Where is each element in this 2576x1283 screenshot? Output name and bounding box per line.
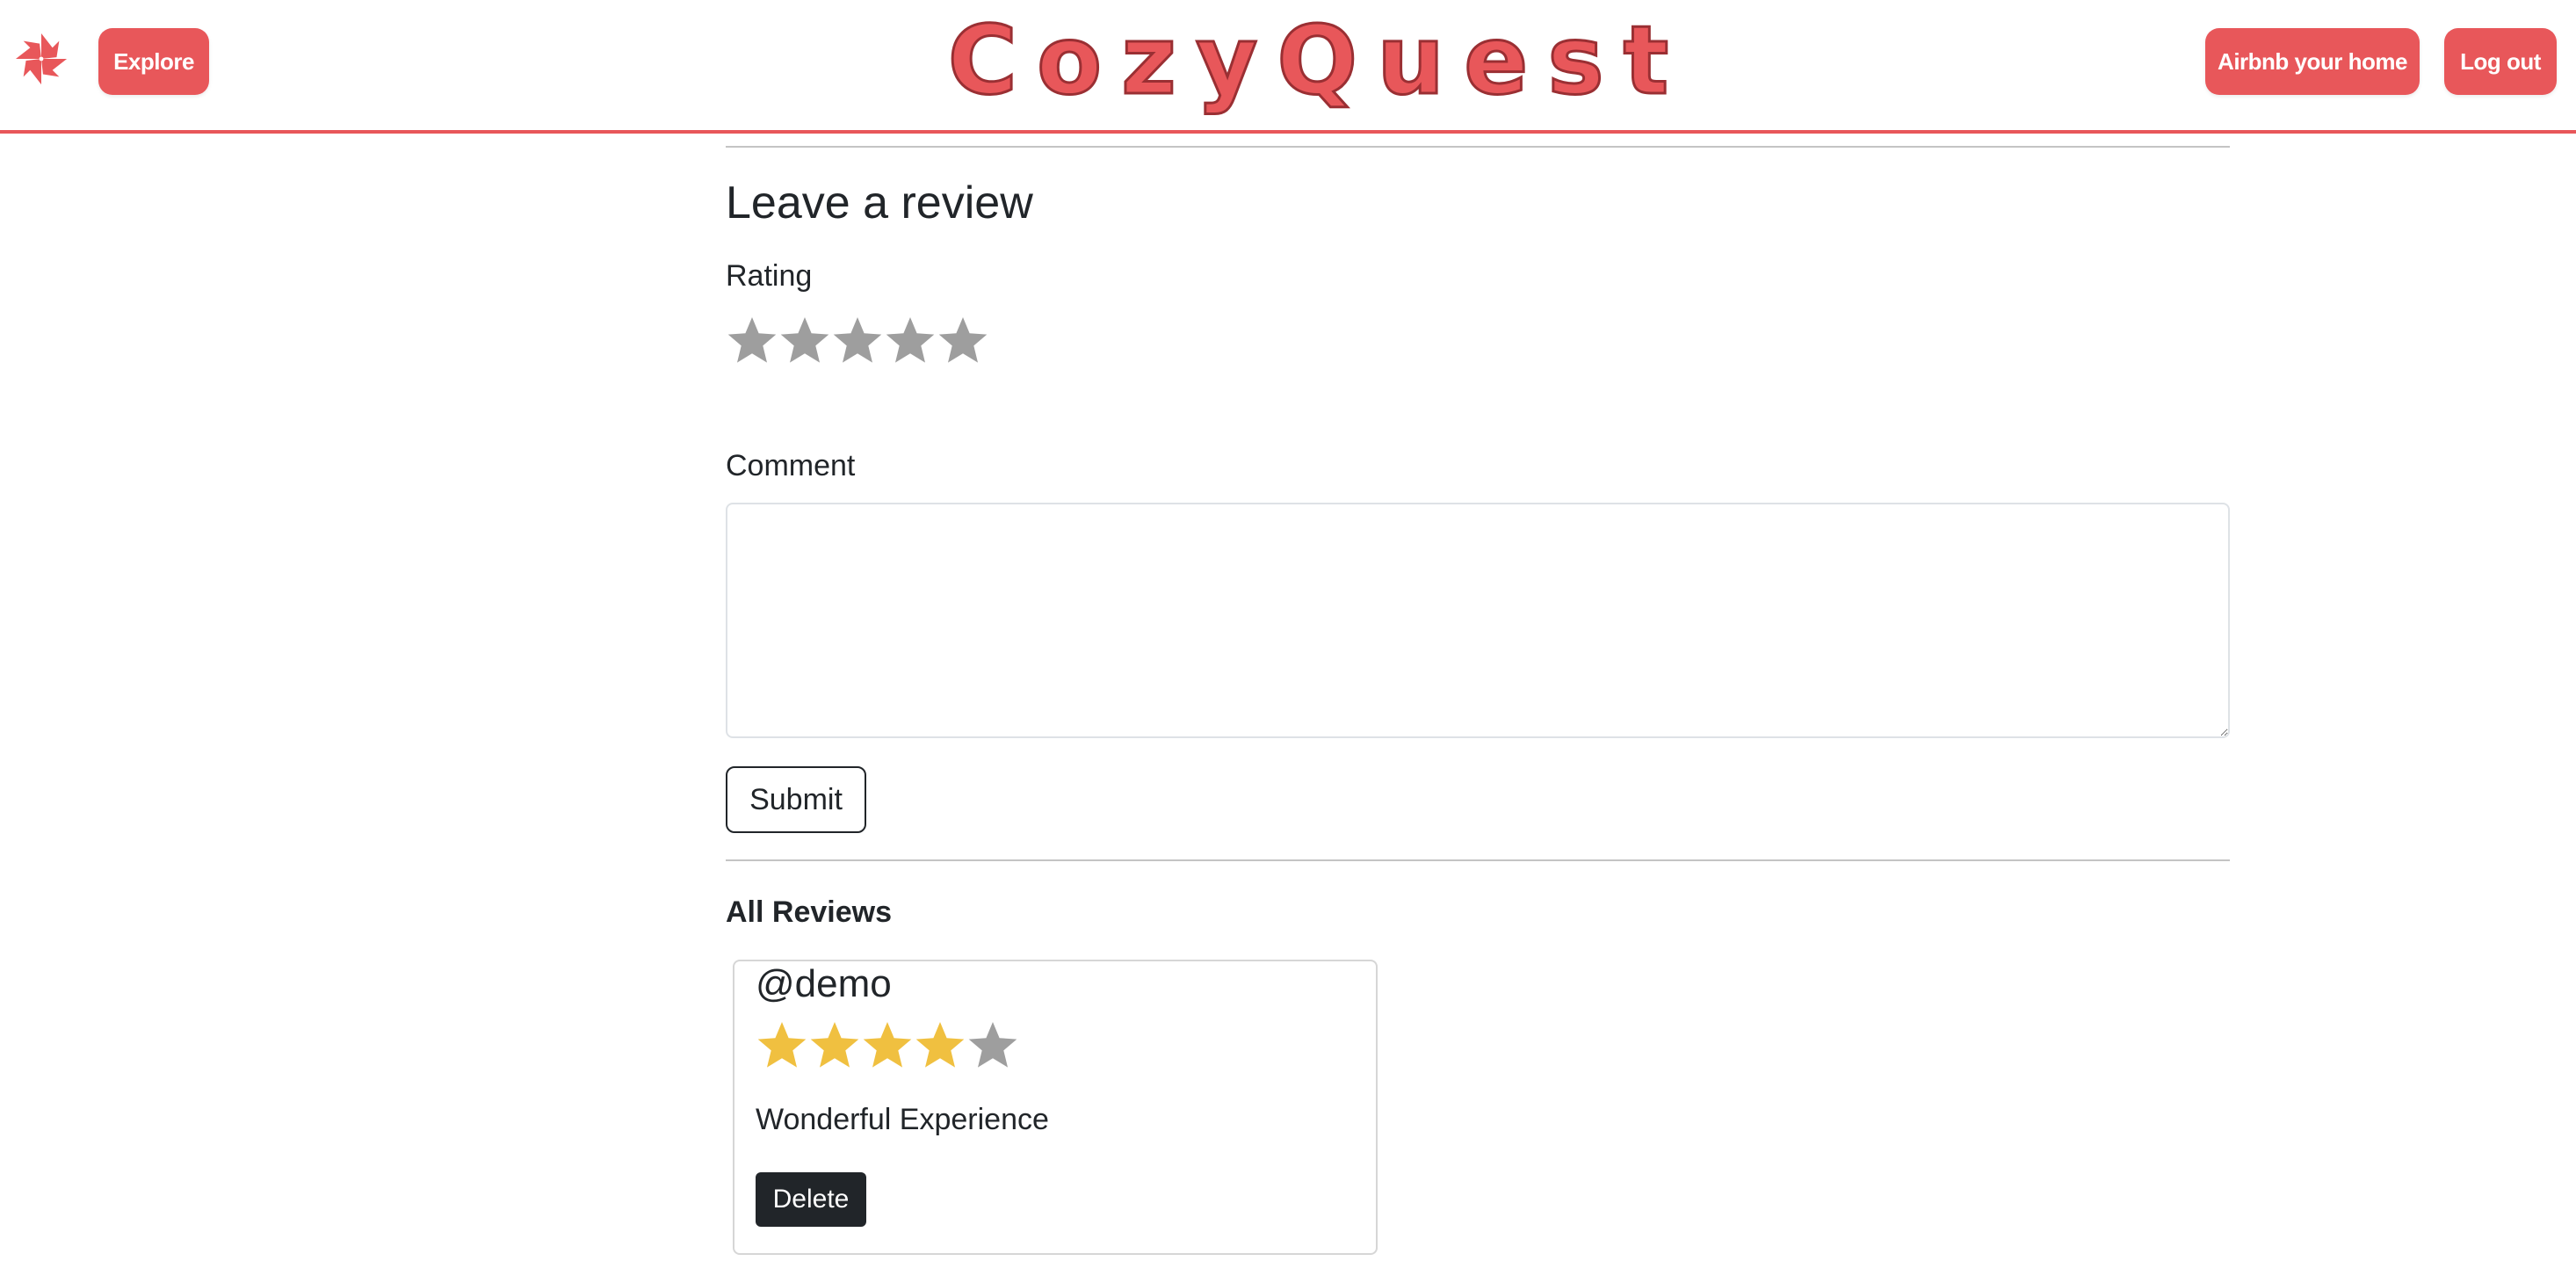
submit-button[interactable]: Submit <box>726 766 866 833</box>
comment-textarea[interactable] <box>726 503 2230 738</box>
divider <box>726 859 2230 861</box>
star-icon[interactable] <box>778 315 831 367</box>
star-icon[interactable] <box>726 315 778 367</box>
divider <box>726 146 2230 148</box>
star-icon[interactable] <box>884 315 937 367</box>
delete-review-button[interactable]: Delete <box>756 1172 866 1227</box>
star-icon <box>810 1022 859 1068</box>
all-reviews-heading: All Reviews <box>726 895 892 929</box>
comment-label: Comment <box>726 449 856 482</box>
star-icon <box>968 1022 1017 1068</box>
rating-label: Rating <box>726 259 813 293</box>
star-icon <box>757 1022 807 1068</box>
star-icon[interactable] <box>831 315 884 367</box>
brand-title[interactable]: CozyQuest <box>946 4 1670 118</box>
top-navbar: Explore CozyQuest Airbnb your home Log o… <box>0 0 2576 134</box>
review-rating-stars <box>756 1019 1019 1072</box>
pinwheel-logo-icon[interactable] <box>14 32 69 86</box>
logout-button[interactable]: Log out <box>2444 28 2557 95</box>
airbnb-your-home-button[interactable]: Airbnb your home <box>2205 28 2420 95</box>
rating-star-input[interactable] <box>726 315 989 367</box>
star-icon[interactable] <box>937 315 989 367</box>
review-comment-text: Wonderful Experience <box>756 1103 1049 1136</box>
review-card: @demo Wonderful Experience Delete <box>733 960 1378 1255</box>
star-icon <box>863 1022 912 1068</box>
leave-review-heading: Leave a review <box>726 178 1033 228</box>
explore-button[interactable]: Explore <box>98 28 209 95</box>
review-username: @demo <box>756 962 892 1005</box>
star-icon <box>915 1022 965 1068</box>
